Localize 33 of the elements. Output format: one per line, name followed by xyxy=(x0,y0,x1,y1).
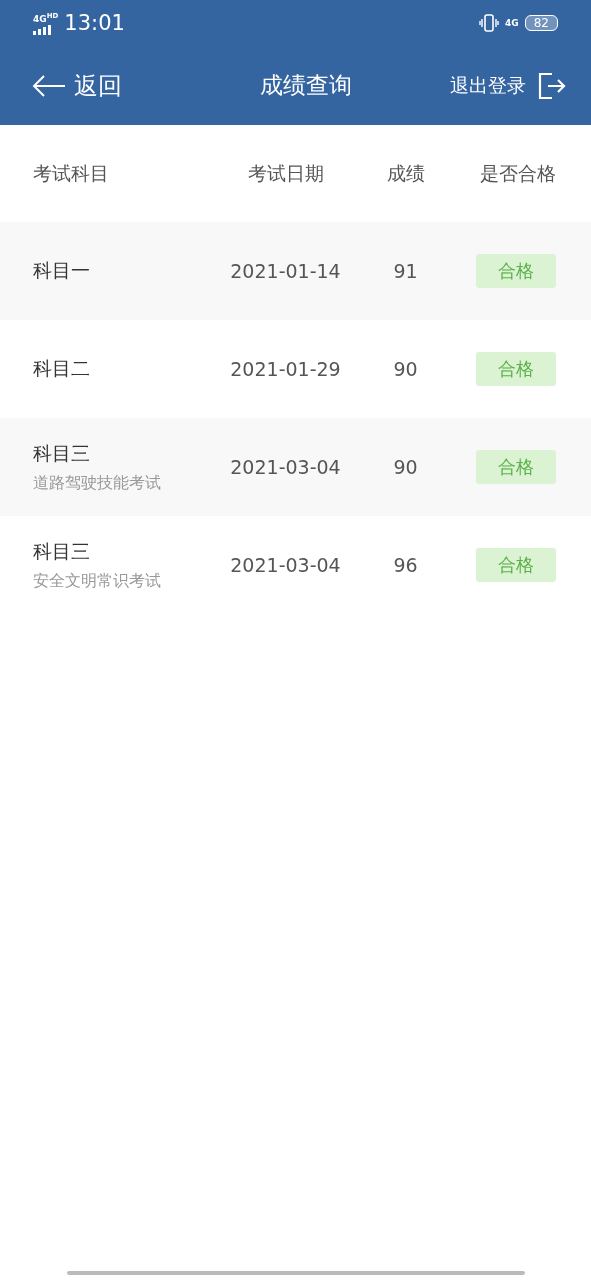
column-header: 考试日期 xyxy=(246,160,325,186)
battery-indicator: 82 xyxy=(524,15,558,31)
subject-detail: 道路驾驶技能考试 xyxy=(33,472,162,494)
score: 90 xyxy=(392,358,419,380)
subject-text: 科目三 xyxy=(33,538,91,564)
exam-date: 2021-01-29 xyxy=(229,358,342,380)
exam-date: 2021-03-04 xyxy=(229,554,342,576)
exam-date: 2021-03-04 xyxy=(229,456,342,478)
clock: 13:01 xyxy=(64,11,125,35)
exam-date: 2021-01-14 xyxy=(229,260,342,282)
vibrate-icon xyxy=(479,14,500,32)
score: 91 xyxy=(392,260,419,282)
nav-handle[interactable] xyxy=(66,1271,525,1275)
result-badge: 合格 xyxy=(476,450,556,484)
subject-detail: 安全文明常识考试 xyxy=(33,570,162,592)
score: 90 xyxy=(392,456,419,478)
page-title: 成绩查询 xyxy=(260,71,352,100)
back-arrow-icon xyxy=(32,73,66,98)
network-label: 4G$^{HD}$ xyxy=(33,11,59,24)
result-badge: 合格 xyxy=(476,254,556,288)
subject-text: 科目三 xyxy=(33,440,91,466)
subject-text: 科目一 xyxy=(33,258,91,283)
result-badge: 合格 xyxy=(476,548,556,582)
subject-text: 科目二 xyxy=(33,356,91,381)
column-header: 考试科目 xyxy=(33,160,110,186)
column-header: 成绩 xyxy=(385,160,426,186)
data-type-label: 4G xyxy=(505,18,519,28)
logout-icon xyxy=(538,72,566,99)
result-badge: 合格 xyxy=(476,352,556,386)
logout-button[interactable]: 退出登录 xyxy=(450,72,566,99)
score: 96 xyxy=(392,554,419,576)
back-button[interactable]: 返回 xyxy=(32,69,122,102)
column-header: 是否合格 xyxy=(479,160,556,186)
